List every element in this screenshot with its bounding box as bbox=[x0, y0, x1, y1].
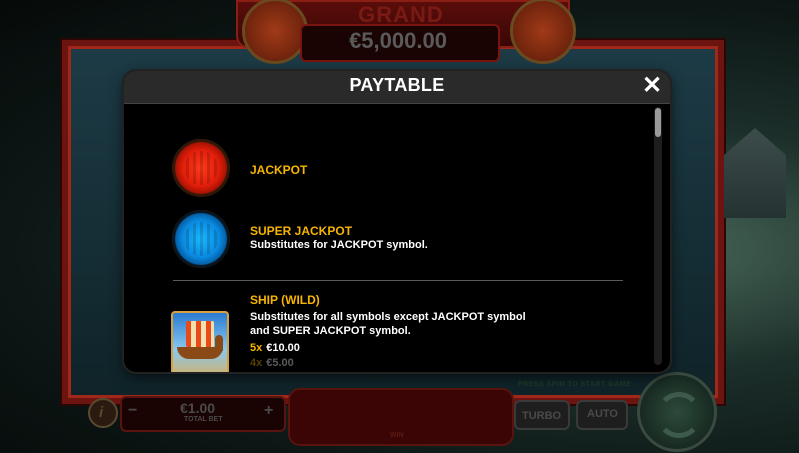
grand-value: €5,000.00 bbox=[349, 28, 447, 53]
grand-shield-right bbox=[510, 0, 576, 64]
auto-label: AUTO bbox=[587, 408, 618, 420]
super-jackpot-symbol-pattern bbox=[184, 222, 218, 256]
close-icon: ✕ bbox=[641, 72, 663, 99]
spin-icon bbox=[656, 392, 702, 438]
paytable-title: PAYTABLE bbox=[349, 75, 445, 95]
scrollbar-thumb[interactable] bbox=[655, 108, 661, 137]
ship-wild-name: SHIP (WILD) bbox=[250, 293, 320, 307]
pay-multiplier: 5x bbox=[250, 342, 263, 354]
auto-button[interactable]: AUTO bbox=[576, 400, 628, 430]
turbo-button[interactable]: TURBO bbox=[514, 400, 570, 430]
background-hut bbox=[724, 128, 786, 218]
grand-shield-left bbox=[242, 0, 308, 64]
section-divider bbox=[173, 280, 623, 281]
super-jackpot-description: Substitutes for JACKPOT symbol. bbox=[250, 239, 428, 251]
bet-minus-button[interactable]: − bbox=[128, 402, 137, 420]
pay-value: €5.00 bbox=[266, 357, 294, 369]
ship-pay-row-5x: 5x €10.00 bbox=[250, 342, 300, 354]
pay-value: €10.00 bbox=[266, 342, 300, 354]
ship-wild-description-line2: and SUPER JACKPOT symbol. bbox=[250, 325, 411, 337]
super-jackpot-name: SUPER JACKPOT bbox=[250, 224, 353, 238]
super-jackpot-symbol-icon bbox=[172, 210, 230, 268]
turbo-label: TURBO bbox=[522, 410, 562, 422]
paytable-modal: PAYTABLE ✕ JACKPOT SUPER JACKPOT Substit… bbox=[124, 71, 670, 372]
win-label: WIN bbox=[390, 432, 404, 439]
jackpot-symbol-pattern bbox=[184, 151, 218, 185]
close-button[interactable]: ✕ bbox=[640, 74, 664, 98]
bet-label: TOTAL BET bbox=[184, 416, 223, 423]
ship-wild-symbol-icon bbox=[171, 311, 229, 372]
press-spin-hint: PRESS SPIN TO START GAME bbox=[518, 381, 632, 388]
bet-value: €1.00 bbox=[180, 400, 216, 416]
ship-pay-row-4x: 4x €5.00 bbox=[250, 357, 294, 369]
bet-plus-button[interactable]: + bbox=[264, 402, 273, 420]
pay-multiplier: 4x bbox=[250, 357, 263, 369]
ship-sail-icon bbox=[186, 321, 214, 347]
info-icon: i bbox=[99, 404, 104, 421]
ship-wild-description-line1: Substitutes for all symbols except JACKP… bbox=[250, 311, 526, 323]
jackpot-symbol-icon bbox=[172, 139, 230, 197]
paytable-header: PAYTABLE ✕ bbox=[124, 71, 670, 104]
info-button[interactable]: i bbox=[88, 398, 118, 428]
grand-label: GRAND bbox=[358, 2, 444, 27]
scrollbar-track[interactable] bbox=[654, 107, 662, 365]
jackpot-name: JACKPOT bbox=[250, 163, 308, 177]
ship-dragon-head-icon bbox=[215, 335, 223, 351]
